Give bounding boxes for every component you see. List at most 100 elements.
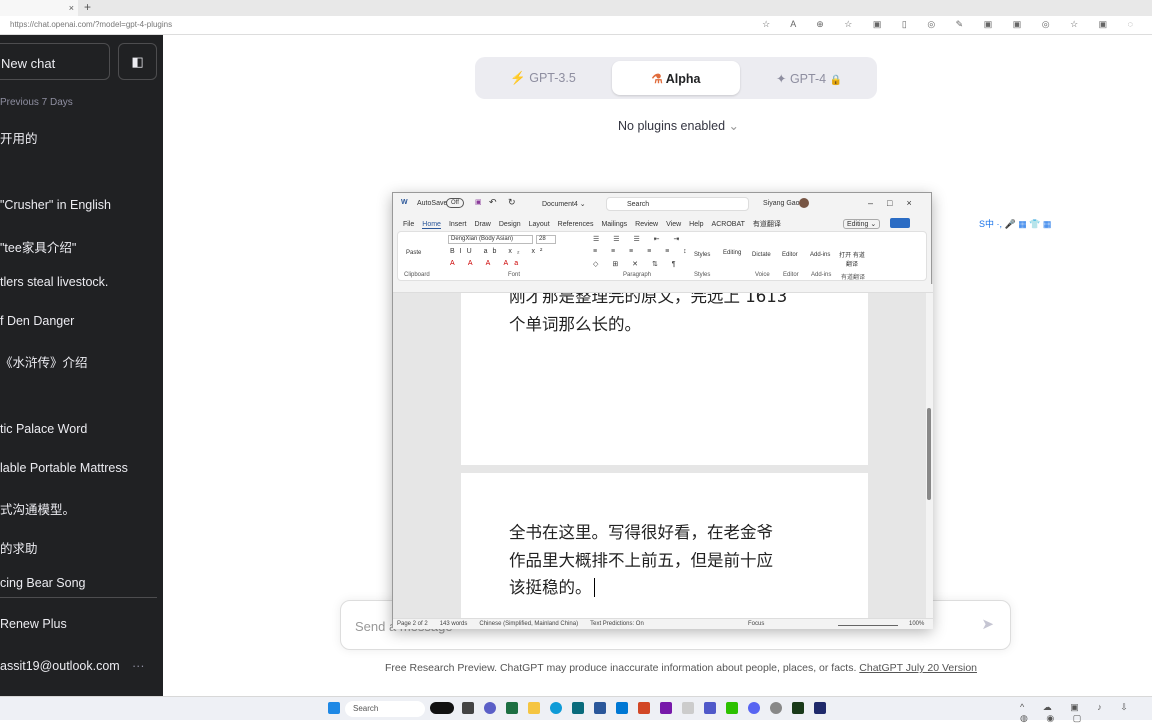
styles-button[interactable]: Styles — [694, 252, 710, 258]
browser-tab[interactable]: × — [0, 0, 78, 16]
document-area[interactable]: 刚才那是整理完的原文，完远上 1613 个单词那么长的。 全书在这里。写得很好看，… — [393, 293, 927, 618]
redo-icon[interactable]: ↻ — [508, 197, 516, 208]
chat-item[interactable]: cing Bear Song — [0, 576, 85, 590]
discord-icon[interactable] — [748, 702, 760, 714]
autosave-toggle[interactable]: Off — [446, 198, 464, 208]
font-size-select[interactable]: 28 — [536, 235, 556, 244]
search-input[interactable]: Search — [606, 197, 749, 211]
text-predictions-status[interactable]: Text Predictions: On — [590, 621, 644, 627]
app-icon[interactable] — [814, 702, 826, 714]
app-icon[interactable] — [572, 702, 584, 714]
share-button[interactable] — [890, 218, 910, 228]
undo-icon[interactable]: ↶ — [489, 197, 497, 208]
new-chat-button[interactable]: New chat — [0, 43, 110, 80]
ime-toolbar[interactable]: S中 ·, 🎤 ▦ 👕 ▦ — [979, 217, 1051, 230]
wechat-icon[interactable] — [726, 702, 738, 714]
chat-item[interactable]: 式沟通模型。 — [0, 499, 75, 518]
tab-mailings[interactable]: Mailings — [601, 221, 627, 228]
onenote-icon[interactable] — [660, 702, 672, 714]
shading-buttons[interactable]: ◇ ⊞ ✕ ⇅ ¶ — [593, 260, 682, 268]
save-icon[interactable]: ▣ — [475, 198, 482, 206]
chat-item[interactable]: tlers steal livestock. — [0, 275, 108, 289]
app-icon[interactable] — [792, 702, 804, 714]
edge-icon[interactable] — [550, 702, 562, 714]
chat-item[interactable]: "tee家具介绍" — [0, 237, 76, 256]
chat-item[interactable]: tic Palace Word — [0, 422, 87, 436]
sidebar-toggle-button[interactable]: ◧ — [118, 43, 157, 80]
font-name-select[interactable]: DengXian (Body Asian) — [448, 235, 533, 244]
tab-alpha[interactable]: ⚗ Alpha — [612, 61, 740, 95]
zoom-slider[interactable] — [838, 625, 898, 626]
tab-insert[interactable]: Insert — [449, 221, 467, 228]
file-explorer-icon[interactable] — [528, 702, 540, 714]
chat-item[interactable]: f Den Danger — [0, 314, 74, 328]
chat-item[interactable]: 《水浒传》介绍 — [0, 352, 88, 371]
app-icon[interactable] — [462, 702, 474, 714]
tab-view[interactable]: View — [666, 221, 681, 228]
addins-button[interactable]: Add-ins — [810, 252, 830, 258]
tab-help[interactable]: Help — [689, 221, 703, 228]
focus-button[interactable]: Focus — [748, 621, 764, 627]
tab-layout[interactable]: Layout — [529, 221, 550, 228]
outlook-icon[interactable] — [616, 702, 628, 714]
tab-design[interactable]: Design — [499, 221, 521, 228]
vertical-scrollbar[interactable] — [926, 293, 933, 618]
url-text[interactable]: https://chat.openai.com/?model=gpt-4-plu… — [10, 20, 172, 29]
tab-review[interactable]: Review — [635, 221, 658, 228]
account-button[interactable]: assit19@outlook.com — [0, 659, 120, 673]
editing-mode-button[interactable]: Editing ⌄ — [843, 219, 881, 229]
tab-references[interactable]: References — [558, 221, 594, 228]
windows-start-icon[interactable] — [328, 702, 340, 714]
ruler[interactable] — [393, 284, 933, 293]
dictate-button[interactable]: Dictate — [752, 252, 771, 258]
user-name[interactable]: Siyang Gao — [763, 200, 800, 207]
paragraph-buttons[interactable]: ☰ ☰ ☰ ⇤ ⇥ — [593, 235, 685, 243]
powerpoint-icon[interactable] — [638, 702, 650, 714]
language-status[interactable]: Chinese (Simplified, Mainland China) — [479, 621, 578, 627]
teams-icon[interactable] — [704, 702, 716, 714]
font-format-buttons[interactable]: BIU ab x₂ x² — [450, 248, 547, 255]
more-icon[interactable]: ··· — [132, 659, 145, 673]
word-taskbar-icon[interactable] — [594, 702, 606, 714]
tab-gpt-3-5[interactable]: ⚡ GPT-3.5 — [479, 61, 607, 95]
youdao-translate-button[interactable]: 打开 有道翻译 — [838, 250, 866, 268]
avatar[interactable] — [799, 198, 809, 208]
send-icon[interactable]: ➤ — [981, 615, 994, 633]
editing-button[interactable]: Editing — [723, 250, 741, 256]
chat-item[interactable]: 的求助 — [0, 538, 38, 557]
tab-draw[interactable]: Draw — [474, 221, 490, 228]
editor-button[interactable]: Editor — [782, 252, 798, 258]
chat-item[interactable]: "Crusher" in English — [0, 198, 111, 212]
app-icon[interactable] — [682, 702, 694, 714]
tab-file[interactable]: File — [403, 221, 414, 228]
plugins-dropdown[interactable]: No plugins enabled ⌄ — [618, 118, 739, 133]
tab-home[interactable]: Home — [422, 221, 441, 229]
paste-button[interactable]: Paste — [406, 250, 421, 256]
taskbar-search[interactable]: Search — [345, 701, 425, 717]
app-icon[interactable] — [484, 702, 496, 714]
tab-acrobat[interactable]: ACROBAT — [712, 221, 745, 228]
chat-item[interactable]: 开用的 — [0, 128, 38, 147]
address-bar[interactable]: https://chat.openai.com/?model=gpt-4-plu… — [0, 16, 1152, 35]
align-buttons[interactable]: ≡ ≡ ≡ ≡ ≡ ↕ — [593, 248, 693, 255]
page-1[interactable]: 刚才那是整理完的原文，完远上 1613 个单词那么长的。 — [461, 293, 868, 465]
scrollbar-thumb[interactable] — [927, 408, 931, 500]
zoom-level[interactable]: 100% — [909, 621, 924, 627]
document-name[interactable]: Document4 ⌄ — [542, 200, 586, 208]
app-icon[interactable] — [430, 702, 454, 714]
excel-icon[interactable] — [506, 702, 518, 714]
new-tab-button[interactable]: + — [84, 0, 91, 14]
font-color-buttons[interactable]: A A A Aa — [450, 260, 524, 267]
settings-icon[interactable] — [770, 702, 782, 714]
version-link[interactable]: ChatGPT July 20 Version — [859, 662, 977, 674]
tab-gpt-4[interactable]: ✦ GPT-4 🔒 — [745, 61, 873, 95]
chat-item[interactable]: lable Portable Mattress — [0, 461, 128, 475]
page-2[interactable]: 全书在这里。写得很好看，在老金爷作品里大概排不上前五，但是前十应该挺稳的。​ — [461, 473, 868, 618]
window-controls[interactable]: –□× — [868, 198, 926, 208]
page-count[interactable]: Page 2 of 2 — [397, 621, 428, 627]
close-tab-icon[interactable]: × — [69, 3, 74, 13]
tab-youdao[interactable]: 有道翻译 — [753, 221, 781, 228]
renew-plus-button[interactable]: Renew Plus — [0, 617, 67, 631]
word-count[interactable]: 143 words — [440, 621, 468, 627]
system-tray-icons[interactable]: ^ ☁ ▣ ♪ ⇩ ◍ ◉ ▢ — [1020, 702, 1152, 724]
